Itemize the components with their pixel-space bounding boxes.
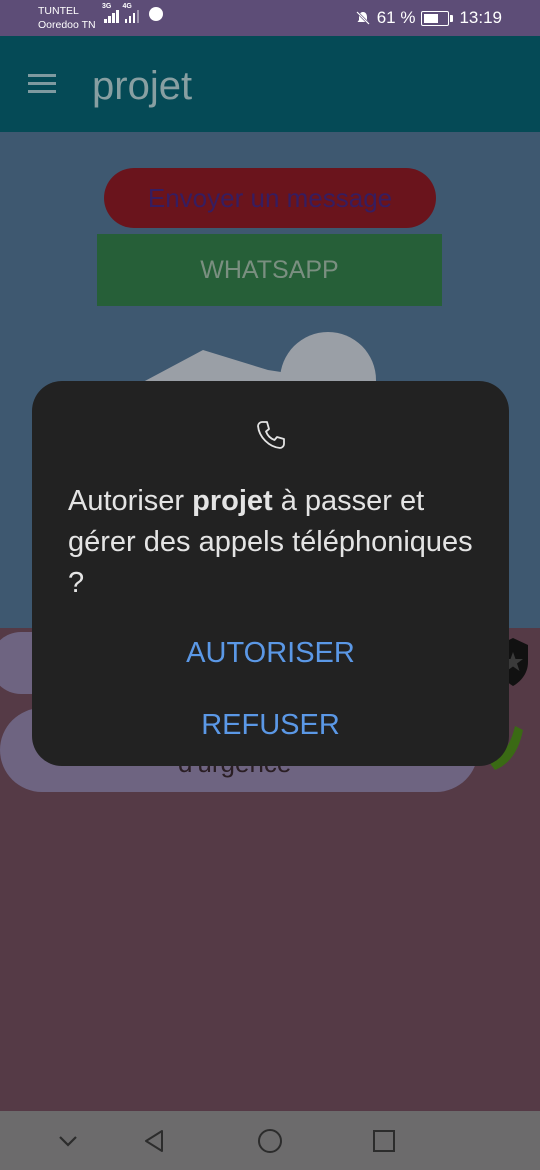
permission-dialog: Autoriser projet à passer et gérer des a… (32, 381, 509, 766)
deny-button[interactable]: REFUSER (32, 709, 509, 742)
app-title: projet (92, 64, 193, 108)
carrier-2: Ooredoo TN (38, 19, 96, 31)
signal-indicators: 3G 4G (102, 3, 163, 23)
recents-icon[interactable] (370, 1127, 398, 1155)
navigation-bar (0, 1111, 540, 1170)
status-bar: TUNTEL Ooredoo TN 3G 4G 61 % 13:19 (0, 0, 540, 36)
carrier-info: TUNTEL Ooredoo TN (38, 4, 96, 32)
clock: 13:19 (459, 8, 502, 27)
permission-message: Autoriser projet à passer et gérer des a… (68, 481, 478, 604)
signal-icon: 4G (123, 3, 139, 23)
phone-icon (257, 421, 285, 449)
status-right: 61 % 13:19 (355, 8, 502, 28)
carrier-1: TUNTEL (38, 5, 79, 17)
send-message-button[interactable]: Envoyer un message (104, 168, 436, 228)
network-type-2: 4G (122, 3, 132, 10)
home-icon[interactable] (256, 1127, 284, 1155)
back-icon[interactable] (140, 1127, 168, 1155)
chevron-down-icon[interactable] (54, 1127, 82, 1155)
bell-muted-icon (355, 11, 370, 25)
battery-percent: 61 % (376, 8, 416, 27)
menu-icon[interactable] (28, 74, 56, 94)
signal-icon: 3G (102, 3, 119, 23)
network-type-1: 3G (102, 3, 112, 10)
permission-text-prefix: Autoriser (68, 485, 193, 517)
permission-app-name: projet (192, 485, 273, 517)
allow-button[interactable]: AUTORISER (32, 637, 509, 670)
illustration-image (128, 332, 398, 390)
app-bar: projet (0, 36, 540, 132)
messenger-icon (149, 7, 163, 21)
whatsapp-button[interactable]: WHATSAPP (97, 234, 442, 306)
battery-icon (421, 10, 454, 26)
